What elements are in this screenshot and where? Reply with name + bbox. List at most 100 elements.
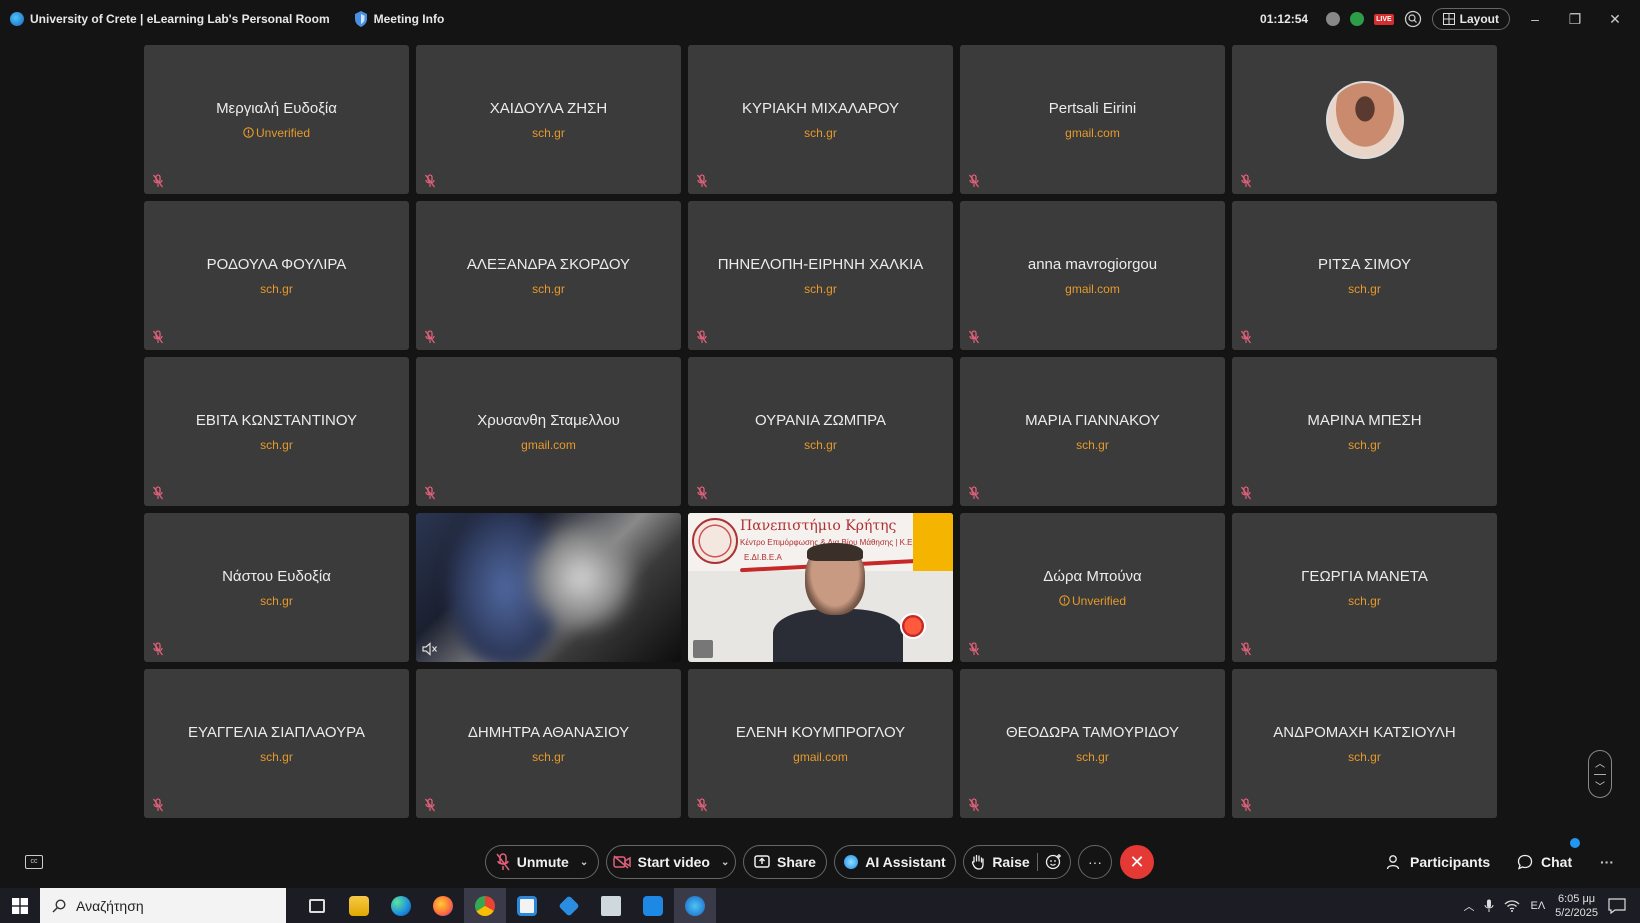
meeting-info-button[interactable]: Meeting Info [374, 12, 445, 26]
security-icon[interactable] [1326, 12, 1341, 26]
participant-domain: sch.gr [144, 282, 409, 296]
participant-name: ΘΕΟΔΩΡΑ ΤΑΜΟΥΡΙΔΟΥ [1005, 724, 1180, 741]
chrome-icon[interactable] [464, 888, 506, 923]
share-icon [754, 855, 770, 868]
edge-browser-icon[interactable] [380, 888, 422, 923]
title-bar: University of Crete | eLearning Lab's Pe… [0, 0, 1640, 38]
chevron-up-icon[interactable]: ︿ [1595, 755, 1605, 770]
grid-page-scroller[interactable]: ︿ ﹀ [1588, 750, 1612, 798]
participant-tile[interactable]: ΠΗΝΕΛΟΠΗ-ΕΙΡΗΝΗ ΧΑΛΚΙΑ sch.gr [688, 201, 953, 350]
participant-domain: gmail.com [960, 126, 1225, 140]
chevron-down-icon[interactable]: ⌄ [721, 857, 729, 868]
close-icon[interactable]: ✕ [1600, 11, 1630, 28]
share-button[interactable]: Share [743, 845, 827, 879]
firefox-icon[interactable] [422, 888, 464, 923]
participant-tile[interactable] [1232, 45, 1497, 194]
chevron-up-icon[interactable]: ︿ [1463, 898, 1474, 914]
overflow-menu-icon[interactable]: ··· [1600, 845, 1614, 879]
raise-label: Raise [992, 854, 1030, 870]
participant-domain: sch.gr [688, 438, 953, 452]
unmute-button[interactable]: Unmute ⌄ [485, 845, 599, 879]
start-video-button[interactable]: Start video ⌄ [606, 845, 736, 879]
zoom-icon[interactable] [1404, 10, 1422, 28]
avatar [1326, 81, 1404, 159]
store-icon[interactable] [506, 888, 548, 923]
live-icon[interactable]: LIVE [1374, 13, 1394, 25]
chat-icon [1517, 854, 1533, 870]
participant-tile[interactable]: ΕΛΕΝΗ ΚΟΥΜΠΡΟΓΛΟΥ gmail.com [688, 669, 953, 818]
participant-tile[interactable] [416, 513, 681, 662]
participant-tile[interactable]: ΔΗΜΗΤΡΑ ΑΘΑΝΑΣΙΟΥ sch.gr [416, 669, 681, 818]
more-options-button[interactable]: ··· [1078, 845, 1112, 879]
participant-tile[interactable]: anna mavrogiorgou gmail.com [960, 201, 1225, 350]
participant-tile[interactable]: ΘΕΟΔΩΡΑ ΤΑΜΟΥΡΙΔΟΥ sch.gr [960, 669, 1225, 818]
reactions-icon[interactable] [1045, 853, 1063, 871]
system-clock[interactable]: 6:05 μμ 5/2/2025 [1555, 892, 1598, 920]
participant-tile[interactable]: ΑΛΕΞΑΝΔΡΑ ΣΚΟΡΔΟΥ sch.gr [416, 201, 681, 350]
participant-tile[interactable]: ΟΥΡΑΝΙΑ ΖΩΜΠΡΑ sch.gr [688, 357, 953, 506]
participant-sub-label: sch.gr [532, 126, 565, 140]
participant-tile[interactable]: ΧΑΙΔΟΥΛΑ ΖΗΣΗ sch.gr [416, 45, 681, 194]
ai-assistant-button[interactable]: AI Assistant [834, 845, 956, 879]
participant-tile[interactable]: Μεργιαλή Ευδοξία Unverified [144, 45, 409, 194]
participant-tile[interactable]: ΜΑΡΙΝΑ ΜΠΕΣΗ sch.gr [1232, 357, 1497, 506]
participant-tile[interactable]: ΡΙΤΣΑ ΣΙΜΟΥ sch.gr [1232, 201, 1497, 350]
participant-tile[interactable]: Νάστου Ευδοξία sch.gr [144, 513, 409, 662]
microphone-icon[interactable] [1484, 899, 1494, 913]
closed-caption-icon[interactable]: cc [25, 855, 43, 869]
network-health-icon[interactable] [1350, 12, 1365, 26]
participant-tile[interactable]: ΚΥΡΙΑΚΗ ΜΙΧΑΛΑΡΟΥ sch.gr [688, 45, 953, 194]
webex-taskbar-icon[interactable] [674, 888, 716, 923]
unmute-label: Unmute [516, 854, 569, 870]
banner-university: Πανεπιστήμιο Κρήτης [740, 518, 897, 534]
participant-tile[interactable]: ΡΟΔΟΥΛΑ ΦΟΥΛΙΡΑ sch.gr [144, 201, 409, 350]
remote-desktop-icon[interactable] [590, 888, 632, 923]
participant-tile[interactable]: ΕΒΙΤΑ ΚΩΝΣΤΑΝΤΙΝΟΥ sch.gr [144, 357, 409, 506]
windows-logo-icon [12, 897, 28, 914]
leave-meeting-button[interactable]: ✕ [1120, 845, 1154, 879]
participant-sub-label: Unverified [255, 126, 311, 140]
video-off-icon [612, 855, 631, 869]
participant-tile[interactable]: ΜΑΡΙΑ ΓΙΑΝΝΑΚΟΥ sch.gr [960, 357, 1225, 506]
vscode-icon[interactable] [548, 888, 590, 923]
chevron-down-icon[interactable]: ⌄ [580, 857, 588, 868]
participant-domain: gmail.com [960, 282, 1225, 296]
layout-label: Layout [1459, 12, 1499, 26]
participant-domain: sch.gr [144, 750, 409, 764]
notifications-icon[interactable] [1608, 897, 1626, 914]
participant-sub-label: sch.gr [1076, 750, 1109, 764]
grid-layout-icon [1442, 13, 1455, 25]
participant-tile[interactable]: Χρυσανθη Σταμελλου gmail.com [416, 357, 681, 506]
wifi-icon[interactable] [1504, 899, 1520, 913]
windows-start-button[interactable] [0, 888, 40, 923]
participant-tile[interactable]: ΓΕΩΡΓΙΑ ΜΑΝΕΤΑ sch.gr [1232, 513, 1497, 662]
minimize-icon[interactable]: – [1520, 11, 1550, 27]
university-seal-logo [692, 518, 738, 564]
file-explorer-icon[interactable] [338, 888, 380, 923]
participant-tile[interactable]: Pertsali Eirini gmail.com [960, 45, 1225, 194]
layout-button[interactable]: Layout [1431, 8, 1510, 30]
taskbar-search[interactable]: Αναζήτηση [40, 888, 286, 923]
participants-button[interactable]: Participants [1386, 845, 1490, 879]
task-view-icon[interactable] [296, 888, 338, 923]
participant-tile[interactable]: ΕΥΑΓΓΕΛΙΑ ΣΙΑΠΛΑΟΥΡΑ sch.gr [144, 669, 409, 818]
participant-name: Νάστου Ευδοξία [222, 568, 331, 585]
participant-sub-label: sch.gr [1348, 282, 1381, 296]
participant-domain: sch.gr [1232, 438, 1497, 452]
participant-tile[interactable]: Δώρα Μπούνα Unverified [960, 513, 1225, 662]
language-indicator[interactable]: ΕΛ [1530, 900, 1545, 912]
participant-domain: gmail.com [688, 750, 953, 764]
participant-sub-label: sch.gr [260, 750, 293, 764]
participant-tile[interactable]: Πανεπιστήμιο Κρήτης Κέντρο Επιμόρφωσης & … [688, 513, 953, 662]
participant-domain: sch.gr [1232, 594, 1497, 608]
video-feed-highlight [526, 523, 636, 633]
participant-tile[interactable]: ΑΝΔΡΟΜΑΧΗ ΚΑΤΣΙΟΥΛΗ sch.gr [1232, 669, 1497, 818]
restore-icon[interactable]: ❐ [1560, 11, 1590, 28]
chat-button[interactable]: Chat [1517, 845, 1572, 879]
raise-hand-button[interactable]: Raise [963, 845, 1071, 879]
participant-domain: sch.gr [1232, 282, 1497, 296]
outlook-icon[interactable] [632, 888, 674, 923]
participant-domain: sch.gr [688, 282, 953, 296]
chevron-down-icon[interactable]: ﹀ [1595, 778, 1605, 793]
shield-icon[interactable] [354, 11, 368, 27]
